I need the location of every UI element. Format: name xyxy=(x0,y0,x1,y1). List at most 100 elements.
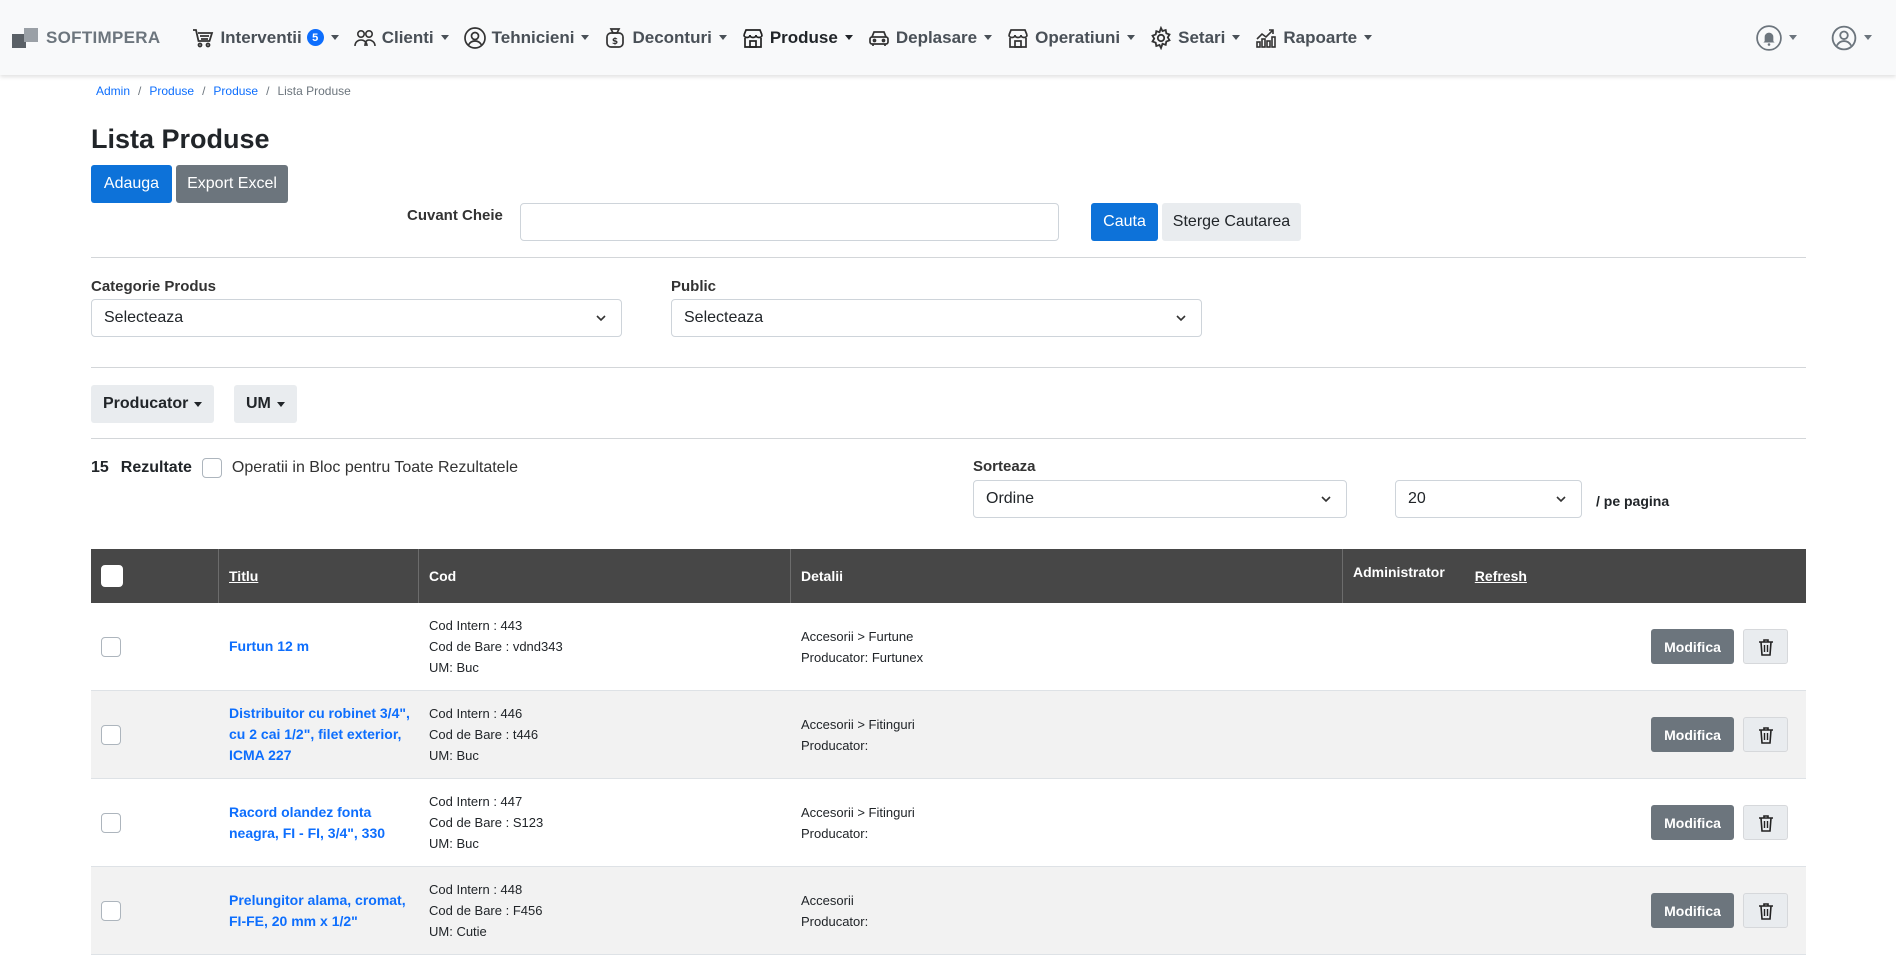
logo-icon xyxy=(12,26,42,50)
chevron-down-icon xyxy=(1127,35,1136,40)
public-select[interactable]: Selecteaza xyxy=(671,299,1202,337)
trash-icon xyxy=(1758,814,1773,832)
chevron-down-icon xyxy=(276,401,285,407)
trash-icon xyxy=(1758,902,1773,920)
sort-by-title-link[interactable]: Titlu xyxy=(229,568,258,584)
per-page-select[interactable]: 20 xyxy=(1395,480,1582,518)
product-producer: Producator: Furtunex xyxy=(801,649,924,665)
sort-select[interactable]: Ordine xyxy=(973,480,1347,518)
nav-operatiuni-label: Operatiuni xyxy=(1035,27,1121,47)
header-title[interactable]: Titlu xyxy=(219,549,419,603)
row-checkbox[interactable] xyxy=(101,636,121,657)
um-dropdown[interactable]: UM xyxy=(234,385,297,423)
header-admin-label: Administrator xyxy=(1353,564,1445,580)
chevron-down-icon xyxy=(581,35,590,40)
delete-button[interactable] xyxy=(1743,629,1788,664)
row-checkbox[interactable] xyxy=(101,724,121,745)
delete-button[interactable] xyxy=(1743,717,1788,752)
chevron-down-icon xyxy=(844,35,853,40)
select-all-checkbox[interactable] xyxy=(101,565,123,587)
top-navbar: SOFTIMPERA Interventii 5 Clienti Tehnici… xyxy=(0,0,1896,75)
nav-deconturi[interactable]: $ Deconturi xyxy=(603,26,727,50)
nav-tehnicieni[interactable]: Tehnicieni xyxy=(463,26,590,50)
export-excel-button[interactable]: Export Excel xyxy=(176,165,288,203)
users-icon xyxy=(353,29,376,46)
product-category: Accesorii > Furtune xyxy=(801,628,914,644)
product-category: Accesorii > Fitinguri xyxy=(801,716,915,732)
nav-deplasare[interactable]: Deplasare xyxy=(867,26,993,50)
nav-deconturi-label: Deconturi xyxy=(632,27,712,47)
nav-rapoarte[interactable]: Rapoarte xyxy=(1254,26,1373,50)
chevron-down-icon xyxy=(1556,496,1566,503)
chart-icon xyxy=(1256,28,1277,48)
product-title-link[interactable]: Prelungitor alama, cromat, FI-FE, 20 mm … xyxy=(229,890,419,932)
chevron-down-icon xyxy=(596,315,606,322)
category-select-value: Selecteaza xyxy=(104,309,184,326)
user-circle-icon xyxy=(463,26,486,49)
product-producer: Producator: xyxy=(801,825,869,841)
um-value: UM: Cutie xyxy=(429,924,487,939)
nav-tehnicieni-label: Tehnicieni xyxy=(491,27,575,47)
um-value: UM: Buc xyxy=(429,836,479,851)
nav-setari[interactable]: Setari xyxy=(1149,25,1241,50)
modify-button[interactable]: Modifica xyxy=(1651,893,1734,928)
um-dropdown-label: UM xyxy=(246,395,271,412)
sort-select-value: Ordine xyxy=(986,490,1035,507)
product-code: Cod Intern : 446 Cod de Bare : t446 UM: … xyxy=(419,691,791,778)
breadcrumb-produse[interactable]: Produse xyxy=(149,84,194,98)
cod-bare: Cod de Bare : S123 xyxy=(429,815,544,830)
brand-name: SOFTIMPERA xyxy=(46,27,161,47)
product-title-link[interactable]: Racord olandez fonta neagra, FI - FI, 3/… xyxy=(229,802,419,844)
results-count: 15 xyxy=(91,459,109,476)
divider xyxy=(91,438,1806,439)
category-select[interactable]: Selecteaza xyxy=(91,299,622,337)
chevron-down-icon xyxy=(1789,35,1797,40)
nav-clienti[interactable]: Clienti xyxy=(353,26,449,50)
nav-produse[interactable]: Produse xyxy=(741,26,853,50)
delete-button[interactable] xyxy=(1743,893,1788,928)
refresh-link[interactable]: Refresh xyxy=(1475,568,1527,584)
bulk-operations-checkbox[interactable] xyxy=(201,458,222,478)
notifications-dropdown[interactable] xyxy=(1756,24,1797,51)
producer-dropdown[interactable]: Producator xyxy=(91,385,215,423)
cod-intern: Cod Intern : 447 xyxy=(429,794,523,809)
product-title-link[interactable]: Distribuitor cu robinet 3/4", cu 2 cai 1… xyxy=(229,703,419,766)
category-label: Categorie Produs xyxy=(91,278,217,295)
chevron-down-icon xyxy=(1176,315,1186,322)
public-select-value: Selecteaza xyxy=(684,309,764,326)
table-row: Furtun 12 m Cod Intern : 443 Cod de Bare… xyxy=(91,603,1806,691)
breadcrumb-produse-2[interactable]: Produse xyxy=(213,84,258,98)
modify-button[interactable]: Modifica xyxy=(1651,805,1734,840)
chevron-down-icon xyxy=(1364,35,1373,40)
product-title-link[interactable]: Furtun 12 m xyxy=(229,636,309,657)
nav-interventii[interactable]: Interventii 5 xyxy=(191,26,339,50)
row-checkbox[interactable] xyxy=(101,900,121,921)
user-menu-dropdown[interactable] xyxy=(1831,25,1872,51)
table-row: Prelungitor alama, cromat, FI-FE, 20 mm … xyxy=(91,867,1806,955)
add-button[interactable]: Adauga xyxy=(91,165,172,203)
breadcrumb-admin[interactable]: Admin xyxy=(96,84,130,98)
modify-button[interactable]: Modifica xyxy=(1651,717,1734,752)
results-summary: 15 Rezultate Operatii in Bloc pentru Toa… xyxy=(91,458,518,478)
nav-clienti-label: Clienti xyxy=(381,27,434,47)
product-code: Cod Intern : 448 Cod de Bare : F456 UM: … xyxy=(419,867,791,954)
um-value: UM: Buc xyxy=(429,748,479,763)
nav-operatiuni[interactable]: Operatiuni xyxy=(1006,26,1136,50)
row-checkbox[interactable] xyxy=(101,812,121,833)
keyword-input[interactable] xyxy=(520,203,1059,241)
chevron-down-icon xyxy=(1321,496,1331,503)
breadcrumb-separator: / xyxy=(266,84,270,98)
clear-search-button[interactable]: Sterge Cautarea xyxy=(1162,203,1301,241)
brand-logo[interactable]: SOFTIMPERA xyxy=(12,26,160,50)
chevron-down-icon xyxy=(1232,35,1241,40)
chevron-down-icon xyxy=(718,35,727,40)
modify-button[interactable]: Modifica xyxy=(1651,629,1734,664)
nav-deplasare-label: Deplasare xyxy=(895,27,978,47)
delete-button[interactable] xyxy=(1743,805,1788,840)
product-producer: Producator: xyxy=(801,737,869,753)
products-table: Titlu Cod Detalii Administrator Refresh … xyxy=(91,549,1806,955)
sort-label: Sorteaza xyxy=(973,458,1036,475)
producer-dropdown-label: Producator xyxy=(103,395,189,412)
search-button[interactable]: Cauta xyxy=(1091,203,1158,241)
breadcrumb-separator: / xyxy=(202,84,206,98)
